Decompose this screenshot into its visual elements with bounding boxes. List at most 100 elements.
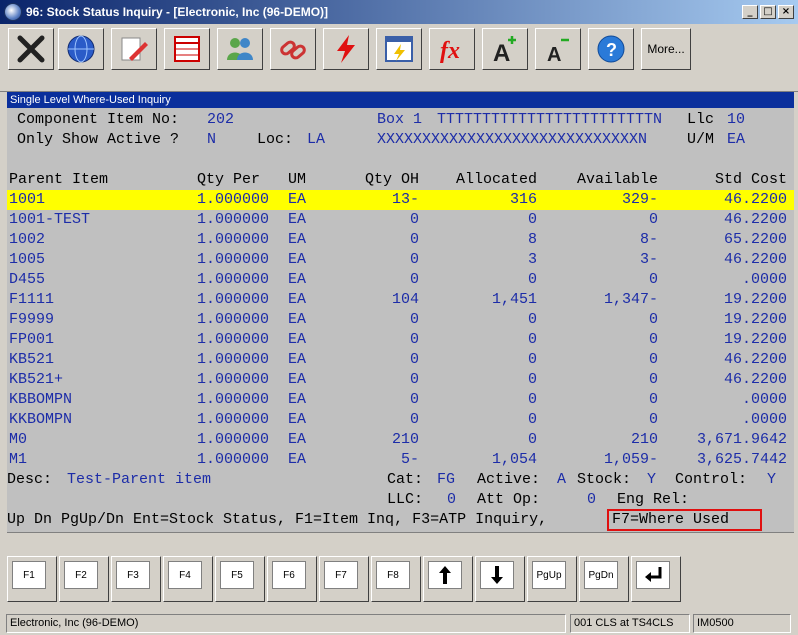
cell-parent-item: KB521+ [9, 371, 64, 388]
cell-qty-per: 1.000000 [197, 391, 270, 408]
table-row[interactable]: KB521+ 1.000000 EA 0 0 0 46.2200 [7, 370, 794, 390]
cell-qty-per: 1.000000 [197, 371, 270, 388]
table-row[interactable]: F9999 1.000000 EA 0 0 0 19.2200 [7, 310, 794, 330]
att-op-value: 0 [587, 491, 597, 508]
cell-qty-oh: 0 [409, 231, 419, 248]
cell-qty-oh: 0 [409, 271, 419, 288]
table-row[interactable]: 1001-TEST 1.000000 EA 0 0 0 46.2200 [7, 210, 794, 230]
eng-rel-label: Eng Rel: [617, 491, 690, 508]
cell-available: 8- [639, 231, 658, 248]
stock-label: Stock: [577, 471, 632, 488]
cell-qty-per: 1.000000 [197, 271, 270, 288]
enter-key[interactable] [631, 556, 681, 602]
font-decrease-icon[interactable]: A [535, 28, 581, 70]
fkey-f4[interactable]: F4 [163, 556, 213, 602]
cell-allocated: 8 [527, 231, 537, 248]
cell-available: 0 [648, 331, 658, 348]
svg-text:?: ? [606, 40, 617, 60]
cell-qty-oh: 0 [409, 351, 419, 368]
cell-allocated: 0 [527, 351, 537, 368]
minimize-button[interactable]: _ [742, 5, 758, 19]
maximize-button[interactable]: □ [760, 5, 776, 19]
control-value: Y [767, 471, 777, 488]
cell-allocated: 0 [527, 211, 537, 228]
table-row[interactable]: KBBOMPN 1.000000 EA 0 0 0 .0000 [7, 390, 794, 410]
help-icon[interactable]: ? [588, 28, 634, 70]
cell-allocated: 0 [527, 331, 537, 348]
close-x-icon[interactable] [8, 28, 54, 70]
cell-qty-per: 1.000000 [197, 411, 270, 428]
att-op-label: Att Op: [477, 491, 541, 508]
cell-std-cost: .0000 [741, 411, 787, 428]
cell-std-cost: 19.2200 [723, 311, 787, 328]
fkey-label: F6 [272, 561, 306, 589]
cell-std-cost: .0000 [741, 391, 787, 408]
fkey-f8[interactable]: F8 [371, 556, 421, 602]
cell-allocated: 1,054 [491, 451, 537, 468]
fkey-f1[interactable]: F1 [7, 556, 57, 602]
active-flag-value: A [557, 471, 567, 488]
cell-available: 0 [648, 211, 658, 228]
fkey-f2[interactable]: F2 [59, 556, 109, 602]
fkey-label: F3 [116, 561, 150, 589]
status-session: 001 CLS at TS4CLS [570, 614, 690, 633]
window-titlebar: 96: Stock Status Inquiry - [Electronic, … [0, 0, 798, 24]
cell-qty-per: 1.000000 [197, 251, 270, 268]
cell-um: EA [288, 191, 307, 208]
table-row[interactable]: FP001 1.000000 EA 0 0 0 19.2200 [7, 330, 794, 350]
cell-allocated: 0 [527, 431, 537, 448]
cell-std-cost: 3,671.9642 [696, 431, 787, 448]
up-arrow-icon [428, 561, 462, 589]
users-icon[interactable] [217, 28, 263, 70]
highlight-box [607, 509, 762, 531]
table-row[interactable]: 1001 1.000000 EA 13- 316 329- 46.2200 [7, 190, 794, 210]
globe-icon[interactable] [58, 28, 104, 70]
spreadsheet-icon[interactable] [164, 28, 210, 70]
loc-value[interactable]: LA [307, 130, 325, 150]
cell-std-cost: 19.2200 [723, 331, 787, 348]
close-button[interactable]: × [778, 5, 794, 19]
table-row[interactable]: M0 1.000000 EA 210 0 210 3,671.9642 [7, 430, 794, 450]
more-button[interactable]: More... [641, 28, 691, 70]
function-fx-icon[interactable]: fx [429, 28, 475, 70]
active-value[interactable]: N [207, 130, 216, 150]
fkey-label: F4 [168, 561, 202, 589]
cell-available: 0 [648, 371, 658, 388]
stock-value: Y [647, 471, 657, 488]
table-row[interactable]: F1111 1.000000 EA 104 1,451 1,347- 19.2200 [7, 290, 794, 310]
lightning-icon[interactable] [323, 28, 369, 70]
up-arrow-key[interactable] [423, 556, 473, 602]
fkey-pgup[interactable]: PgUp [527, 556, 577, 602]
cell-available: 0 [648, 411, 658, 428]
fkey-f3[interactable]: F3 [111, 556, 161, 602]
fkey-f7[interactable]: F7 [319, 556, 369, 602]
fkey-f6[interactable]: F6 [267, 556, 317, 602]
svg-text:fx: fx [440, 38, 460, 64]
cell-um: EA [288, 331, 307, 348]
link-chain-icon[interactable] [270, 28, 316, 70]
down-arrow-key[interactable] [475, 556, 525, 602]
fkey-pgdn[interactable]: PgDn [579, 556, 629, 602]
inquiry-screen: Component Item No: 202 Box 1 TTTTTTTTTTT… [7, 108, 794, 532]
table-row[interactable]: 1005 1.000000 EA 0 3 3- 46.2200 [7, 250, 794, 270]
component-value[interactable]: 202 [207, 110, 234, 130]
table-row[interactable]: 1002 1.000000 EA 0 8 8- 65.2200 [7, 230, 794, 250]
cell-std-cost: 46.2200 [723, 351, 787, 368]
message-line [7, 532, 794, 554]
cell-allocated: 316 [509, 191, 537, 208]
cat-value: FG [437, 471, 456, 488]
cell-qty-per: 1.000000 [197, 191, 270, 208]
calendar-lightning-icon[interactable] [376, 28, 422, 70]
fkey-label: F7 [324, 561, 358, 589]
cell-parent-item: M0 [9, 431, 28, 448]
table-row[interactable]: KB521 1.000000 EA 0 0 0 46.2200 [7, 350, 794, 370]
table-row[interactable]: KKBOMPN 1.000000 EA 0 0 0 .0000 [7, 410, 794, 430]
table-row[interactable]: M1 1.000000 EA 5- 1,054 1,059- 3,625.7442 [7, 450, 794, 470]
cell-qty-oh: 0 [409, 211, 419, 228]
font-increase-icon[interactable]: A [482, 28, 528, 70]
edit-pencil-icon[interactable] [111, 28, 157, 70]
cell-qty-oh: 0 [409, 391, 419, 408]
table-row[interactable]: D455 1.000000 EA 0 0 0 .0000 [7, 270, 794, 290]
fkey-f5[interactable]: F5 [215, 556, 265, 602]
cell-parent-item: M1 [9, 451, 28, 468]
